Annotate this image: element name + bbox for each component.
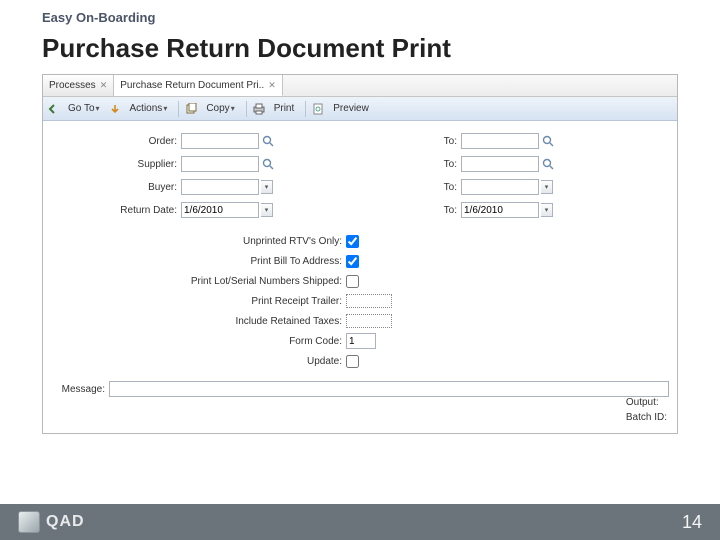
print-icon[interactable] <box>253 103 265 115</box>
unprinted-only-label: Unprinted RTV's Only: <box>51 236 346 247</box>
supplier-to-input[interactable] <box>461 156 539 172</box>
form-code-input[interactable] <box>346 333 376 349</box>
toolbar-label: Print <box>274 103 295 114</box>
tab-purchase-return[interactable]: Purchase Return Document Pri.. ✕ <box>114 75 283 96</box>
form-code-label: Form Code: <box>51 336 346 347</box>
logo-icon <box>18 511 40 533</box>
row-update: Update: <box>51 351 669 371</box>
include-retained-taxes-input[interactable] <box>346 314 392 328</box>
to-label: To: <box>301 136 461 147</box>
update-checkbox[interactable] <box>346 355 359 368</box>
print-bill-to-label: Print Bill To Address: <box>51 256 346 267</box>
row-message: Message: <box>43 379 677 399</box>
print-lot-serial-label: Print Lot/Serial Numbers Shipped: <box>51 276 346 287</box>
print-bill-to-checkbox[interactable] <box>346 255 359 268</box>
return-date-label: Return Date: <box>51 205 181 216</box>
include-retained-taxes-label: Include Retained Taxes: <box>51 316 346 327</box>
row-buyer: Buyer: ▾ To: ▾ <box>51 177 669 197</box>
return-date-input[interactable] <box>181 202 259 218</box>
brand-text: QAD <box>46 513 85 531</box>
search-icon[interactable] <box>261 157 275 171</box>
toolbar-label: Copy <box>206 103 229 114</box>
output-label: Output: <box>626 397 667 408</box>
row-receipt-trailer: Print Receipt Trailer: <box>51 291 669 311</box>
row-unprinted: Unprinted RTV's Only: <box>51 231 669 251</box>
copy-icon[interactable] <box>185 103 197 115</box>
to-label: To: <box>301 159 461 170</box>
section-header: Easy On-Boarding <box>0 0 720 29</box>
footer-labels: Output: Batch ID: <box>626 397 667 427</box>
preview-button[interactable]: Preview <box>328 101 374 116</box>
tab-label: Processes <box>49 80 96 91</box>
buyer-input[interactable] <box>181 179 259 195</box>
to-label: To: <box>301 182 461 193</box>
tab-bar: Processes ✕ Purchase Return Document Pri… <box>43 75 677 97</box>
print-lot-serial-checkbox[interactable] <box>346 275 359 288</box>
supplier-label: Supplier: <box>51 159 181 170</box>
chevron-down-icon: ▾ <box>163 104 167 113</box>
toolbar-separator <box>305 101 306 117</box>
chevron-down-icon[interactable]: ▾ <box>261 203 273 217</box>
row-order: Order: To: <box>51 131 669 151</box>
row-supplier: Supplier: To: <box>51 154 669 174</box>
actions-button[interactable]: Actions ▾ <box>125 101 173 116</box>
order-label: Order: <box>51 136 181 147</box>
page-title: Purchase Return Document Print <box>0 29 720 74</box>
order-to-input[interactable] <box>461 133 539 149</box>
batch-id-label: Batch ID: <box>626 412 667 423</box>
print-button[interactable]: Print <box>269 101 300 116</box>
message-input[interactable] <box>109 381 669 397</box>
chevron-down-icon[interactable]: ▾ <box>541 180 553 194</box>
brand-logo: QAD <box>18 511 85 533</box>
update-label: Update: <box>51 356 346 367</box>
close-icon[interactable]: ✕ <box>100 80 108 91</box>
row-return-date: Return Date: ▾ To: ▾ <box>51 200 669 220</box>
chevron-down-icon[interactable]: ▾ <box>261 180 273 194</box>
toolbar-separator <box>178 101 179 117</box>
buyer-to-input[interactable] <box>461 179 539 195</box>
buyer-label: Buyer: <box>51 182 181 193</box>
to-label: To: <box>301 205 461 216</box>
toolbar-label: Actions <box>130 103 163 114</box>
search-icon[interactable] <box>541 134 555 148</box>
page-footer: QAD 14 <box>0 504 720 540</box>
row-lotserial: Print Lot/Serial Numbers Shipped: <box>51 271 669 291</box>
print-receipt-trailer-label: Print Receipt Trailer: <box>51 296 346 307</box>
toolbar-separator <box>246 101 247 117</box>
row-form-code: Form Code: <box>51 331 669 351</box>
search-icon[interactable] <box>541 157 555 171</box>
order-input[interactable] <box>181 133 259 149</box>
toolbar: Go To ▾ Actions ▾ Copy ▾ Print Prev <box>43 97 677 121</box>
tab-label: Purchase Return Document Pri.. <box>120 80 264 91</box>
message-label: Message: <box>51 384 109 395</box>
row-retained-taxes: Include Retained Taxes: <box>51 311 669 331</box>
form-area: Order: To: Supplier: <box>43 121 677 375</box>
preview-icon[interactable] <box>312 103 324 115</box>
down-arrow-icon[interactable] <box>109 103 121 115</box>
toolbar-label: Preview <box>333 103 369 114</box>
nav-left-icon[interactable] <box>47 103 59 115</box>
page-number: 14 <box>682 512 702 533</box>
chevron-down-icon: ▾ <box>96 104 100 113</box>
goto-button[interactable]: Go To ▾ <box>63 101 105 116</box>
toolbar-label: Go To <box>68 103 95 114</box>
unprinted-only-checkbox[interactable] <box>346 235 359 248</box>
row-billto: Print Bill To Address: <box>51 251 669 271</box>
copy-button[interactable]: Copy ▾ <box>201 101 239 116</box>
chevron-down-icon[interactable]: ▾ <box>541 203 553 217</box>
app-window: Processes ✕ Purchase Return Document Pri… <box>42 74 678 434</box>
close-icon[interactable]: ✕ <box>268 80 276 91</box>
tab-processes[interactable]: Processes ✕ <box>43 75 114 96</box>
supplier-input[interactable] <box>181 156 259 172</box>
search-icon[interactable] <box>261 134 275 148</box>
return-date-to-input[interactable] <box>461 202 539 218</box>
print-receipt-trailer-input[interactable] <box>346 294 392 308</box>
chevron-down-icon: ▾ <box>231 104 235 113</box>
